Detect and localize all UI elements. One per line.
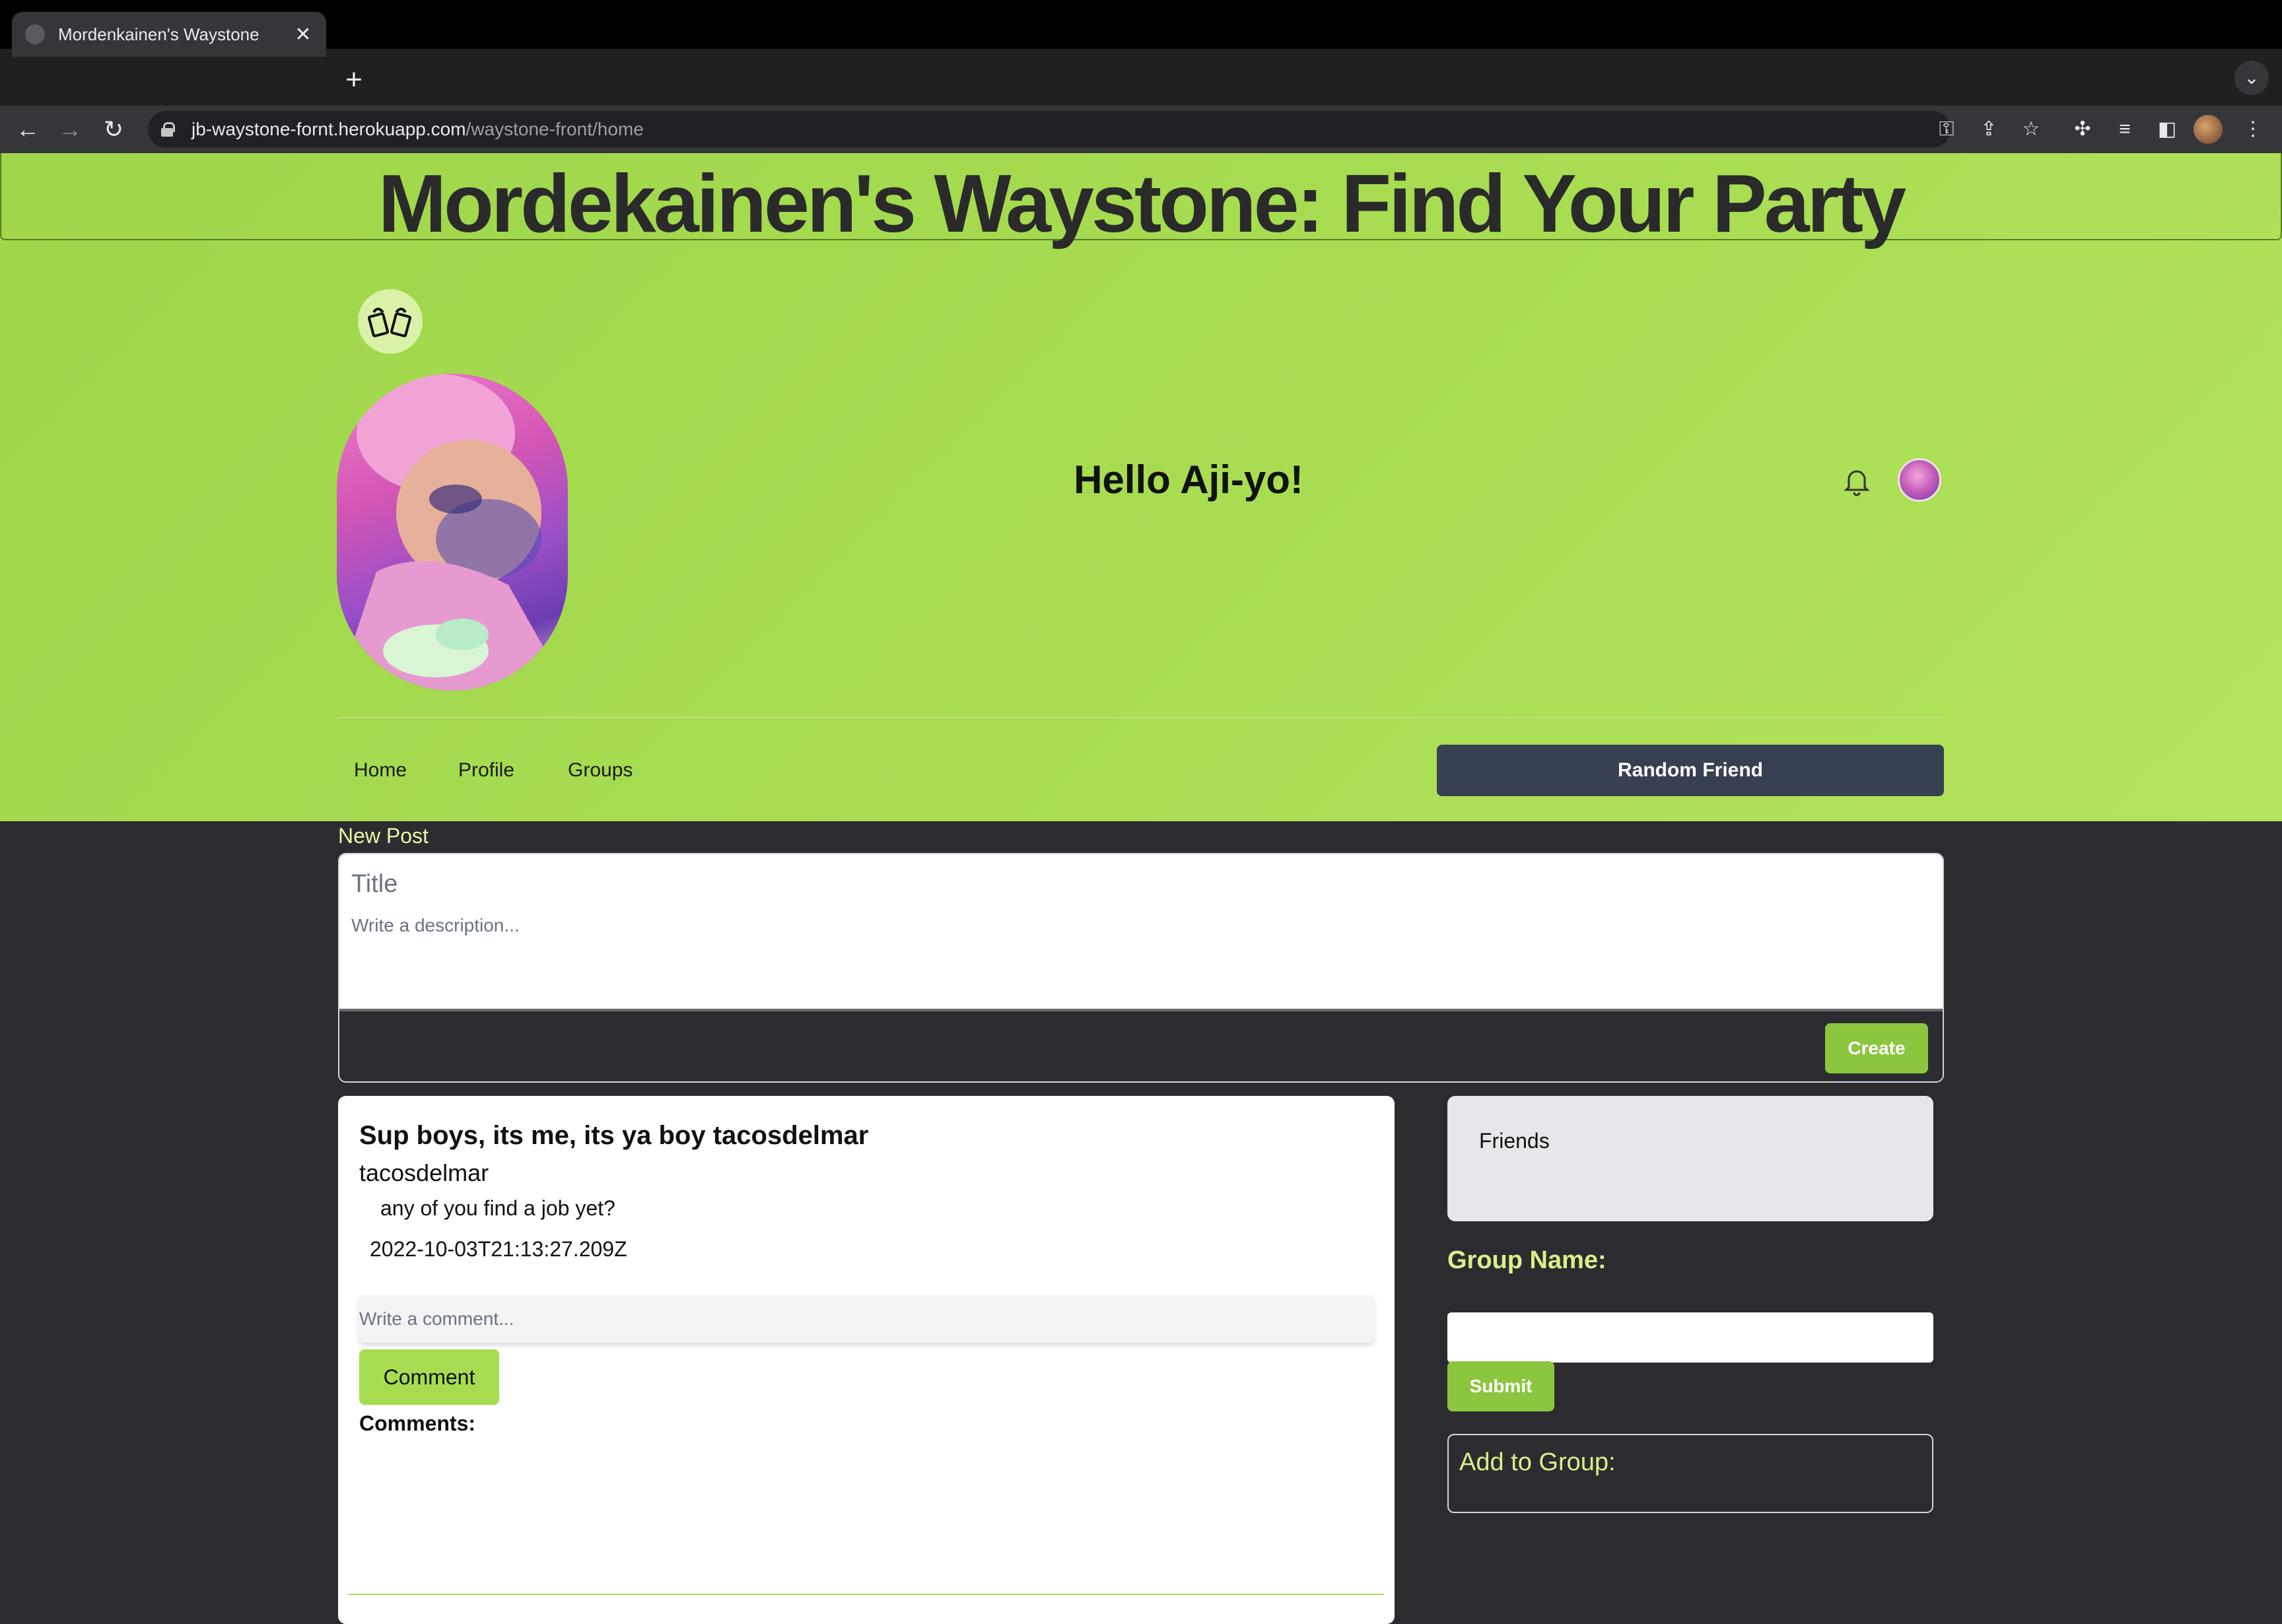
hero-header: Mordekainen's Waystone: Find Your Party [0,153,2282,821]
forward-arrow-icon[interactable]: → [54,114,86,145]
user-avatar[interactable] [1898,458,1941,502]
media-queue-icon[interactable]: ≡ [2109,114,2141,145]
add-to-group-panel: Add to Group: [1447,1434,1933,1513]
browser-profile-avatar[interactable] [2194,115,2223,144]
new-tab-button[interactable]: + [337,63,371,98]
address-bar[interactable]: jb-waystone-fornt.herokuapp.com /wayston… [148,111,1951,148]
browser-menu-icon[interactable]: ⋮ [2237,114,2269,145]
back-arrow-icon[interactable]: ← [12,114,44,145]
url-path: /waystone-front/home [466,119,644,139]
os-menubar [0,0,2282,49]
post-body: any of you find a job yet? [380,1196,615,1220]
new-post-label: New Post [338,824,429,848]
friends-heading: Friends [1479,1129,1550,1153]
post-author[interactable]: tacosdelmar [359,1159,489,1187]
friends-panel: Friends [1447,1096,1933,1221]
page: Mordekainen's Waystone: Find Your Party [0,153,2282,1624]
header-divider [338,717,1944,718]
key-icon[interactable]: ⚿ [1931,114,1962,145]
post-title-input[interactable]: Title [351,870,398,898]
share-icon[interactable]: ⇪ [1973,114,2005,145]
post-title: Sup boys, its me, its ya boy tacosdelmar [359,1121,869,1150]
post-divider [349,1594,1384,1595]
comment-button[interactable]: Comment [359,1349,499,1405]
group-name-input[interactable] [1447,1312,1933,1363]
close-tab-icon[interactable]: ✕ [293,23,313,46]
create-post-button[interactable]: Create [1825,1023,1928,1073]
comment-input[interactable]: Write a comment... [359,1295,1373,1343]
nav-home[interactable]: Home [354,759,407,782]
post-card: Sup boys, its me, its ya boy tacosdelmar… [338,1096,1395,1624]
notification-bell-icon[interactable] [1840,463,1874,498]
beer-mugs-logo-icon[interactable] [358,289,423,354]
reload-icon[interactable]: ↻ [98,114,129,145]
url-host: jb-waystone-fornt.herokuapp.com [191,119,466,139]
site-title: Mordekainen's Waystone: Find Your Party [378,158,1906,250]
new-post-form: Title Write a description... Create [338,853,1944,1083]
submit-group-button[interactable]: Submit [1447,1361,1554,1411]
nav-groups[interactable]: Groups [568,759,633,782]
editor-divider [339,1009,1943,1011]
post-description-input[interactable]: Write a description... [351,915,520,936]
extensions-puzzle-icon[interactable]: ✣ [2067,114,2098,145]
tab-search-icon[interactable]: ⌄ [2234,61,2269,95]
browser-tab[interactable]: Mordenkainen's Waystone ✕ [12,12,326,57]
group-name-label: Group Name: [1447,1246,1607,1274]
lock-icon [161,122,175,137]
comments-heading: Comments: [359,1411,476,1435]
random-friend-button[interactable]: Random Friend [1437,745,1944,796]
post-timestamp: 2022-10-03T21:13:27.209Z [370,1237,627,1261]
tab-favicon-icon [25,24,45,44]
greeting: Hello Aji-yo! [1074,457,1303,502]
profile-picture [337,374,568,691]
bookmark-star-icon[interactable]: ☆ [2015,114,2047,145]
tab-title: Mordenkainen's Waystone [58,24,259,44]
add-to-group-heading: Add to Group: [1459,1448,1616,1476]
side-panel-icon[interactable]: ◧ [2151,114,2183,145]
nav-profile[interactable]: Profile [458,759,514,782]
new-post-editor: Title Write a description... [339,854,1943,1009]
